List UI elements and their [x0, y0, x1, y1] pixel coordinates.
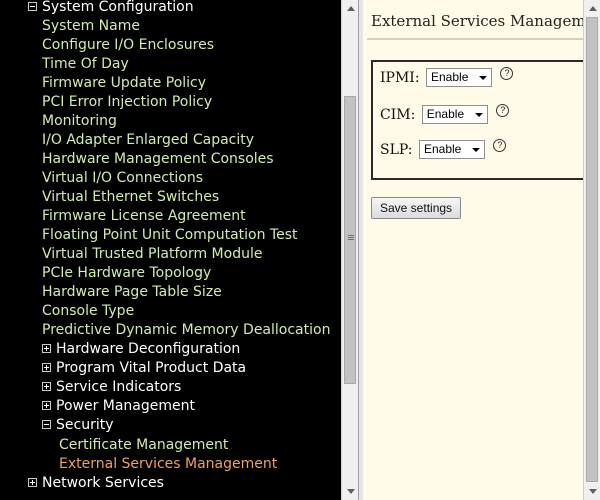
settings-panel: IPMI: Enable ? CIM: Enable ? SLP: Enable…	[371, 60, 600, 180]
save-settings-button[interactable]: Save settings	[371, 197, 462, 219]
nav-item-time-of-day[interactable]: Time Of Day	[42, 55, 129, 74]
expand-icon[interactable]	[42, 400, 51, 410]
nav-item-floating-point-unit-computation-test[interactable]: Floating Point Unit Computation Test	[42, 226, 297, 245]
navigation-tree: System Configuration System Name Configu…	[0, 0, 341, 500]
expand-icon[interactable]	[42, 343, 51, 353]
expand-icon[interactable]	[42, 381, 51, 391]
cim-label: CIM:	[380, 106, 416, 123]
ipmi-row: IPMI: Enable ?	[380, 67, 514, 87]
ipmi-select[interactable]: Enable	[426, 68, 492, 87]
nav-item-console-type[interactable]: Console Type	[42, 302, 134, 321]
help-icon[interactable]: ?	[500, 67, 514, 80]
expand-icon[interactable]	[28, 477, 37, 487]
dropdown-arrow-icon	[479, 76, 487, 80]
grip-icon	[348, 235, 354, 236]
slp-row: SLP: Enable ?	[380, 139, 507, 159]
scroll-up-arrow-icon[interactable]	[585, 1, 600, 17]
tree-node-hardware-deconfiguration[interactable]: Hardware Deconfiguration	[42, 340, 240, 359]
nav-item-virtual-trusted-platform-module[interactable]: Virtual Trusted Platform Module	[42, 245, 262, 264]
nav-item-io-adapter-enlarged-capacity[interactable]: I/O Adapter Enlarged Capacity	[42, 131, 254, 150]
nav-item-configure-io-enclosures[interactable]: Configure I/O Enclosures	[42, 36, 214, 55]
nav-item-external-services-management[interactable]: External Services Management	[59, 455, 277, 474]
slp-label: SLP:	[380, 141, 413, 158]
collapse-icon[interactable]	[28, 1, 37, 11]
cim-row: CIM: Enable ?	[380, 104, 510, 124]
nav-scrollbar-thumb[interactable]	[344, 96, 356, 384]
content-scrollbar-thumb[interactable]	[586, 17, 598, 482]
content-scrollbar[interactable]	[583, 0, 600, 500]
nav-item-virtual-io-connections[interactable]: Virtual I/O Connections	[42, 169, 203, 188]
scroll-down-arrow-icon[interactable]	[585, 483, 600, 499]
help-icon[interactable]: ?	[493, 139, 507, 152]
slp-select[interactable]: Enable	[418, 140, 485, 159]
title-divider	[367, 38, 600, 40]
ipmi-label: IPMI:	[380, 69, 420, 86]
tree-node-security[interactable]: Security	[42, 416, 114, 435]
tree-node-power-management[interactable]: Power Management	[42, 397, 195, 416]
tree-node-system-configuration[interactable]: System Configuration	[28, 0, 194, 17]
scroll-down-arrow-icon[interactable]	[343, 483, 358, 499]
nav-item-pcie-hardware-topology[interactable]: PCIe Hardware Topology	[42, 264, 211, 283]
dropdown-arrow-icon	[471, 148, 480, 152]
scroll-up-arrow-icon[interactable]	[343, 1, 358, 17]
nav-scrollbar[interactable]	[341, 0, 358, 500]
main-content: External Services Management IPMI: Enabl…	[363, 0, 600, 500]
nav-item-monitoring[interactable]: Monitoring	[42, 112, 117, 131]
dropdown-arrow-icon	[474, 113, 483, 117]
nav-item-virtual-ethernet-switches[interactable]: Virtual Ethernet Switches	[42, 188, 219, 207]
help-icon[interactable]: ?	[496, 104, 510, 117]
tree-node-program-vital-product-data[interactable]: Program Vital Product Data	[42, 359, 246, 378]
tree-node-network-services[interactable]: Network Services	[28, 474, 164, 493]
nav-item-certificate-management[interactable]: Certificate Management	[59, 436, 228, 455]
cim-select[interactable]: Enable	[421, 105, 488, 124]
nav-item-firmware-license-agreement[interactable]: Firmware License Agreement	[42, 207, 246, 226]
tree-node-service-indicators[interactable]: Service Indicators	[42, 378, 181, 397]
expand-icon[interactable]	[42, 362, 51, 372]
nav-item-hardware-management-consoles[interactable]: Hardware Management Consoles	[42, 150, 274, 169]
collapse-icon[interactable]	[42, 419, 51, 429]
page-title: External Services Management	[371, 12, 600, 30]
nav-item-pci-error-injection-policy[interactable]: PCI Error Injection Policy	[42, 93, 212, 112]
nav-item-firmware-update-policy[interactable]: Firmware Update Policy	[42, 74, 206, 93]
nav-item-hardware-page-table-size[interactable]: Hardware Page Table Size	[42, 283, 222, 302]
nav-item-predictive-dynamic-memory-deallocation[interactable]: Predictive Dynamic Memory Deallocation	[42, 321, 330, 340]
nav-item-system-name[interactable]: System Name	[42, 17, 140, 36]
